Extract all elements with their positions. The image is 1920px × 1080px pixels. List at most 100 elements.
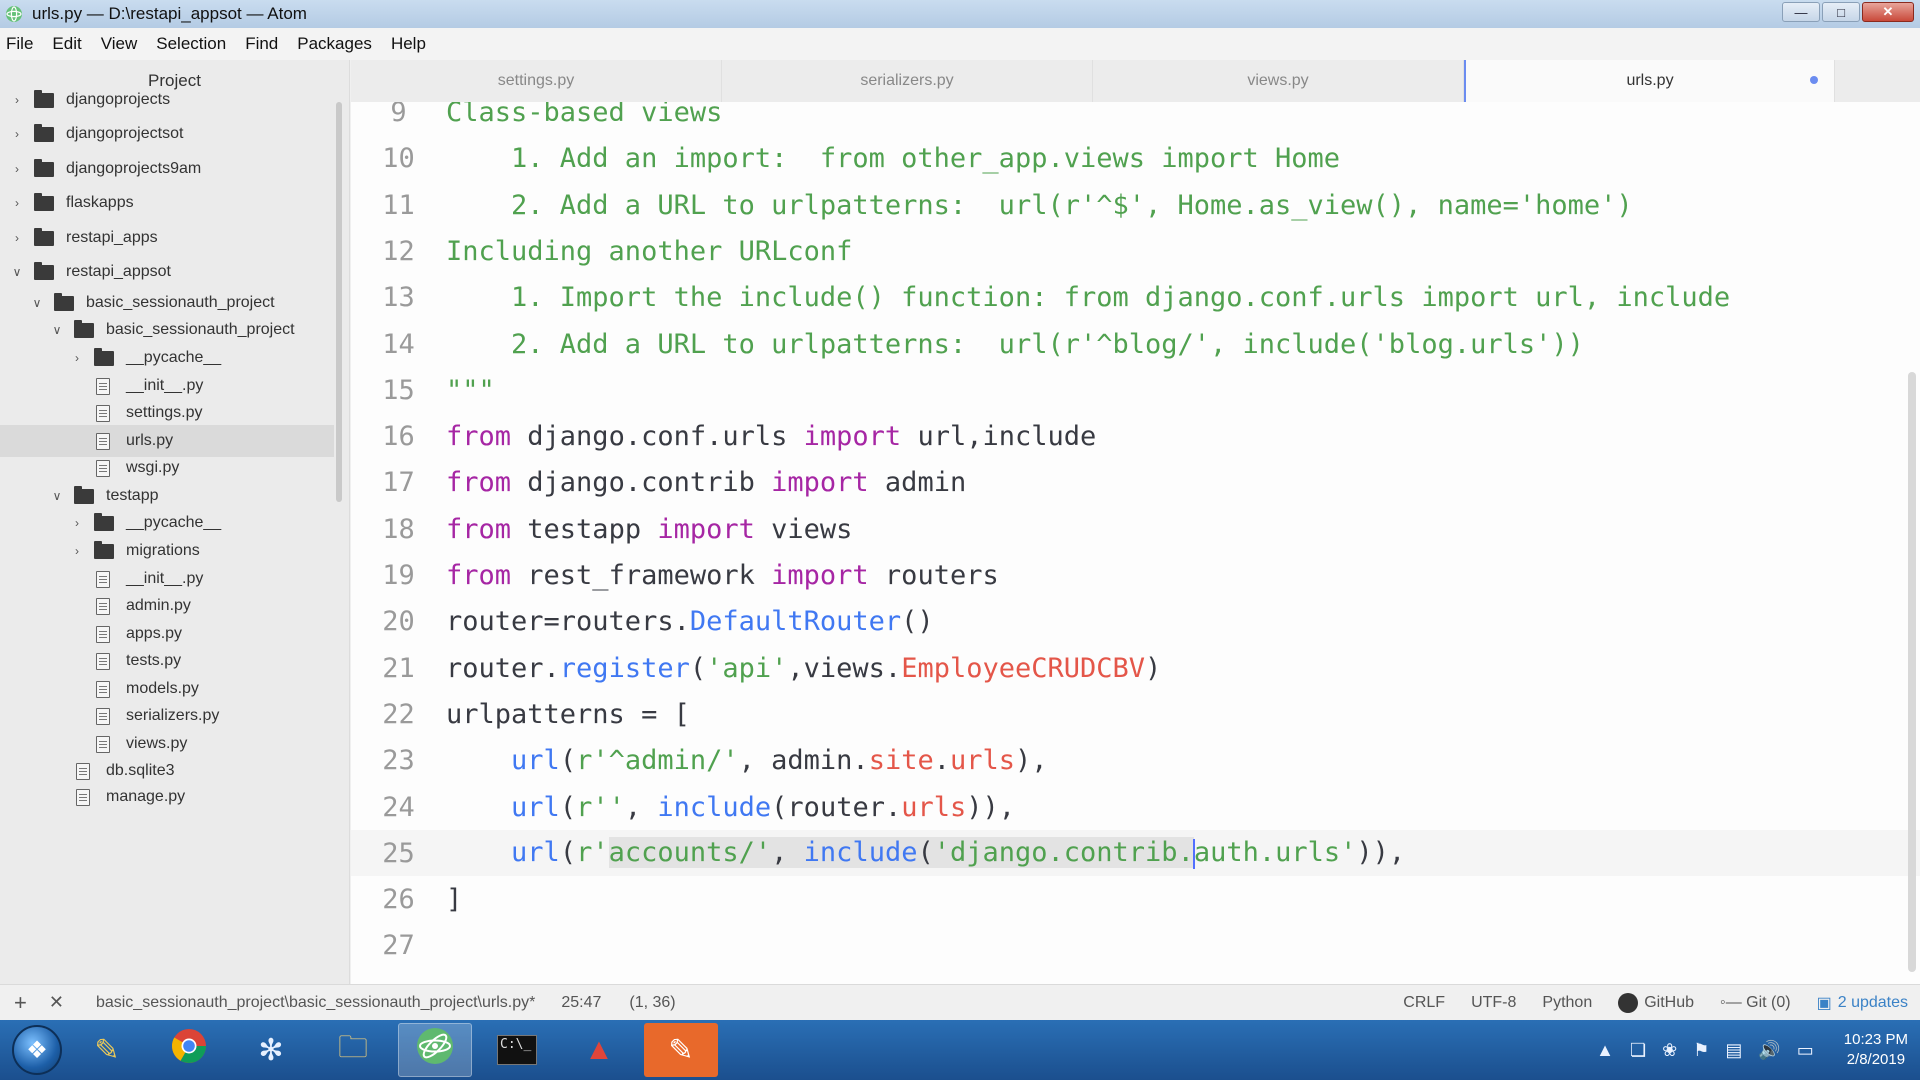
- menu-file[interactable]: File: [6, 34, 33, 54]
- minimize-button[interactable]: —: [1782, 2, 1820, 22]
- line-number[interactable]: 12: [351, 236, 446, 267]
- chevron-right-icon[interactable]: ›: [10, 93, 24, 107]
- chevron-right-icon[interactable]: ›: [10, 127, 24, 141]
- cursor-position[interactable]: 25:47: [561, 994, 601, 1012]
- line-number[interactable]: 15: [351, 375, 446, 406]
- taskbar-chrome[interactable]: [152, 1023, 226, 1077]
- line-number[interactable]: 27: [351, 930, 446, 961]
- line-number[interactable]: 22: [351, 699, 446, 730]
- code-line[interactable]: 19 from rest_framework import routers: [351, 552, 1920, 598]
- taskbar-red-app[interactable]: ▲: [562, 1023, 636, 1077]
- code-line[interactable]: 15 """: [351, 367, 1920, 413]
- encoding-selector[interactable]: UTF-8: [1471, 994, 1516, 1012]
- code-line[interactable]: 12 Including another URLconf: [351, 228, 1920, 274]
- code-line[interactable]: 23 url(r'^admin/', admin.site.urls),: [351, 737, 1920, 783]
- code-line[interactable]: 26]: [351, 876, 1920, 922]
- github-button[interactable]: GitHub: [1618, 992, 1694, 1013]
- chevron-down-icon[interactable]: ∨: [30, 296, 44, 310]
- line-number[interactable]: 23: [351, 745, 446, 776]
- line-number[interactable]: 10: [351, 143, 446, 174]
- line-number[interactable]: 26: [351, 884, 446, 915]
- tree-scrollbar[interactable]: [336, 102, 342, 502]
- git-button[interactable]: ◦— Git (0): [1720, 994, 1791, 1012]
- close-button[interactable]: ✕: [1862, 2, 1914, 22]
- taskbar-command-prompt[interactable]: C:\_: [480, 1023, 554, 1077]
- code-line[interactable]: 13 1. Import the include() function: fro…: [351, 274, 1920, 320]
- code-line[interactable]: 21 router.register('api',views.EmployeeCR…: [351, 645, 1920, 691]
- menu-view[interactable]: View: [101, 34, 138, 54]
- code-line[interactable]: 22 urlpatterns = [: [351, 691, 1920, 737]
- code-line[interactable]: 9 Class-based views: [351, 102, 1920, 135]
- chevron-right-icon[interactable]: ›: [10, 196, 24, 210]
- tree-folder[interactable]: › djangoprojects9am: [0, 153, 334, 185]
- tray-app-icon[interactable]: ❀: [1662, 1040, 1677, 1061]
- menu-help[interactable]: Help: [391, 34, 426, 54]
- tab-urls-py[interactable]: urls.py: [1464, 60, 1835, 102]
- tree-folder[interactable]: ∨ restapi_appsot: [0, 256, 334, 288]
- maximize-button[interactable]: □: [1822, 2, 1860, 22]
- line-number[interactable]: 9: [351, 102, 446, 128]
- file-path[interactable]: basic_sessionauth_project\basic_sessiona…: [96, 994, 535, 1012]
- volume-icon[interactable]: 🔊: [1758, 1040, 1780, 1061]
- tree-folder[interactable]: › djangoprojects: [0, 84, 334, 116]
- taskbar-file-explorer[interactable]: 🗀: [316, 1023, 390, 1077]
- tree-folder[interactable]: › restapi_apps: [0, 222, 334, 254]
- line-number[interactable]: 20: [351, 606, 446, 637]
- power-icon[interactable]: ▭: [1797, 1040, 1814, 1061]
- grammar-selector[interactable]: Python: [1542, 994, 1592, 1012]
- code-line[interactable]: 17 from django.contrib import admin: [351, 459, 1920, 505]
- code-line[interactable]: 25 url(r'accounts/', include('django.con…: [351, 830, 1920, 876]
- line-number[interactable]: 16: [351, 421, 446, 452]
- tab-serializers-py[interactable]: serializers.py: [722, 60, 1093, 102]
- updates-button[interactable]: ▣ 2 updates: [1817, 993, 1908, 1013]
- modified-indicator-icon[interactable]: [1810, 76, 1818, 84]
- system-clock[interactable]: 10:23 PM 2/8/2019: [1844, 1030, 1908, 1070]
- add-project-folder-icon[interactable]: +: [14, 990, 27, 1016]
- line-number[interactable]: 25: [351, 838, 446, 869]
- taskbar-settings-gear-app[interactable]: ✻: [234, 1023, 308, 1077]
- code-line[interactable]: 24 url(r'', include(router.urls)),: [351, 784, 1920, 830]
- line-number[interactable]: 14: [351, 329, 446, 360]
- line-number[interactable]: 24: [351, 792, 446, 823]
- menu-packages[interactable]: Packages: [297, 34, 372, 54]
- code-line[interactable]: 11 2. Add a URL to urlpatterns: url(r'^$…: [351, 182, 1920, 228]
- chevron-right-icon[interactable]: ›: [70, 544, 84, 558]
- line-number[interactable]: 18: [351, 514, 446, 545]
- code-line[interactable]: 20 router=routers.DefaultRouter(): [351, 598, 1920, 644]
- code-line[interactable]: 14 2. Add a URL to urlpatterns: url(r'^b…: [351, 321, 1920, 367]
- line-number[interactable]: 11: [351, 190, 446, 221]
- code-line[interactable]: 10 1. Add an import: from other_app.view…: [351, 135, 1920, 181]
- line-number[interactable]: 13: [351, 282, 446, 313]
- tree-folder[interactable]: › flaskapps: [0, 187, 334, 219]
- line-number[interactable]: 17: [351, 467, 446, 498]
- line-ending-selector[interactable]: CRLF: [1403, 994, 1445, 1012]
- editor-scrollbar[interactable]: [1908, 372, 1916, 972]
- tree-folder[interactable]: › djangoprojectsot: [0, 118, 334, 150]
- close-project-icon[interactable]: ✕: [49, 992, 64, 1013]
- code-line[interactable]: 27: [351, 922, 1920, 968]
- taskbar-paint-brush-app[interactable]: ✎: [70, 1023, 144, 1077]
- chevron-right-icon[interactable]: ›: [10, 162, 24, 176]
- menu-find[interactable]: Find: [245, 34, 278, 54]
- network-share-icon[interactable]: ❏: [1630, 1040, 1646, 1061]
- network-icon[interactable]: ▤: [1725, 1040, 1742, 1061]
- action-center-icon[interactable]: ⚑: [1693, 1040, 1709, 1061]
- show-hidden-icons-icon[interactable]: ▲: [1596, 1040, 1614, 1061]
- tree-file[interactable]: manage.py: [0, 781, 334, 813]
- code-line[interactable]: 16 from django.conf.urls import url,inclu…: [351, 413, 1920, 459]
- chevron-right-icon[interactable]: ›: [70, 351, 84, 365]
- taskbar-atom[interactable]: [398, 1023, 472, 1077]
- start-button[interactable]: ❖: [12, 1025, 62, 1075]
- tab-settings-py[interactable]: settings.py: [351, 60, 722, 102]
- selection-count[interactable]: (1, 36): [629, 994, 675, 1012]
- line-number[interactable]: 19: [351, 560, 446, 591]
- menu-edit[interactable]: Edit: [52, 34, 81, 54]
- chevron-right-icon[interactable]: ›: [10, 231, 24, 245]
- code-editor[interactable]: 9 Class-based views 10 1. Add an import: f…: [351, 102, 1920, 984]
- chevron-right-icon[interactable]: ›: [70, 516, 84, 530]
- code-line[interactable]: 18 from testapp import views: [351, 506, 1920, 552]
- line-number[interactable]: 21: [351, 653, 446, 684]
- taskbar-orange-app[interactable]: ✎: [644, 1023, 718, 1077]
- chevron-down-icon[interactable]: ∨: [50, 489, 64, 503]
- tab-views-py[interactable]: views.py: [1093, 60, 1464, 102]
